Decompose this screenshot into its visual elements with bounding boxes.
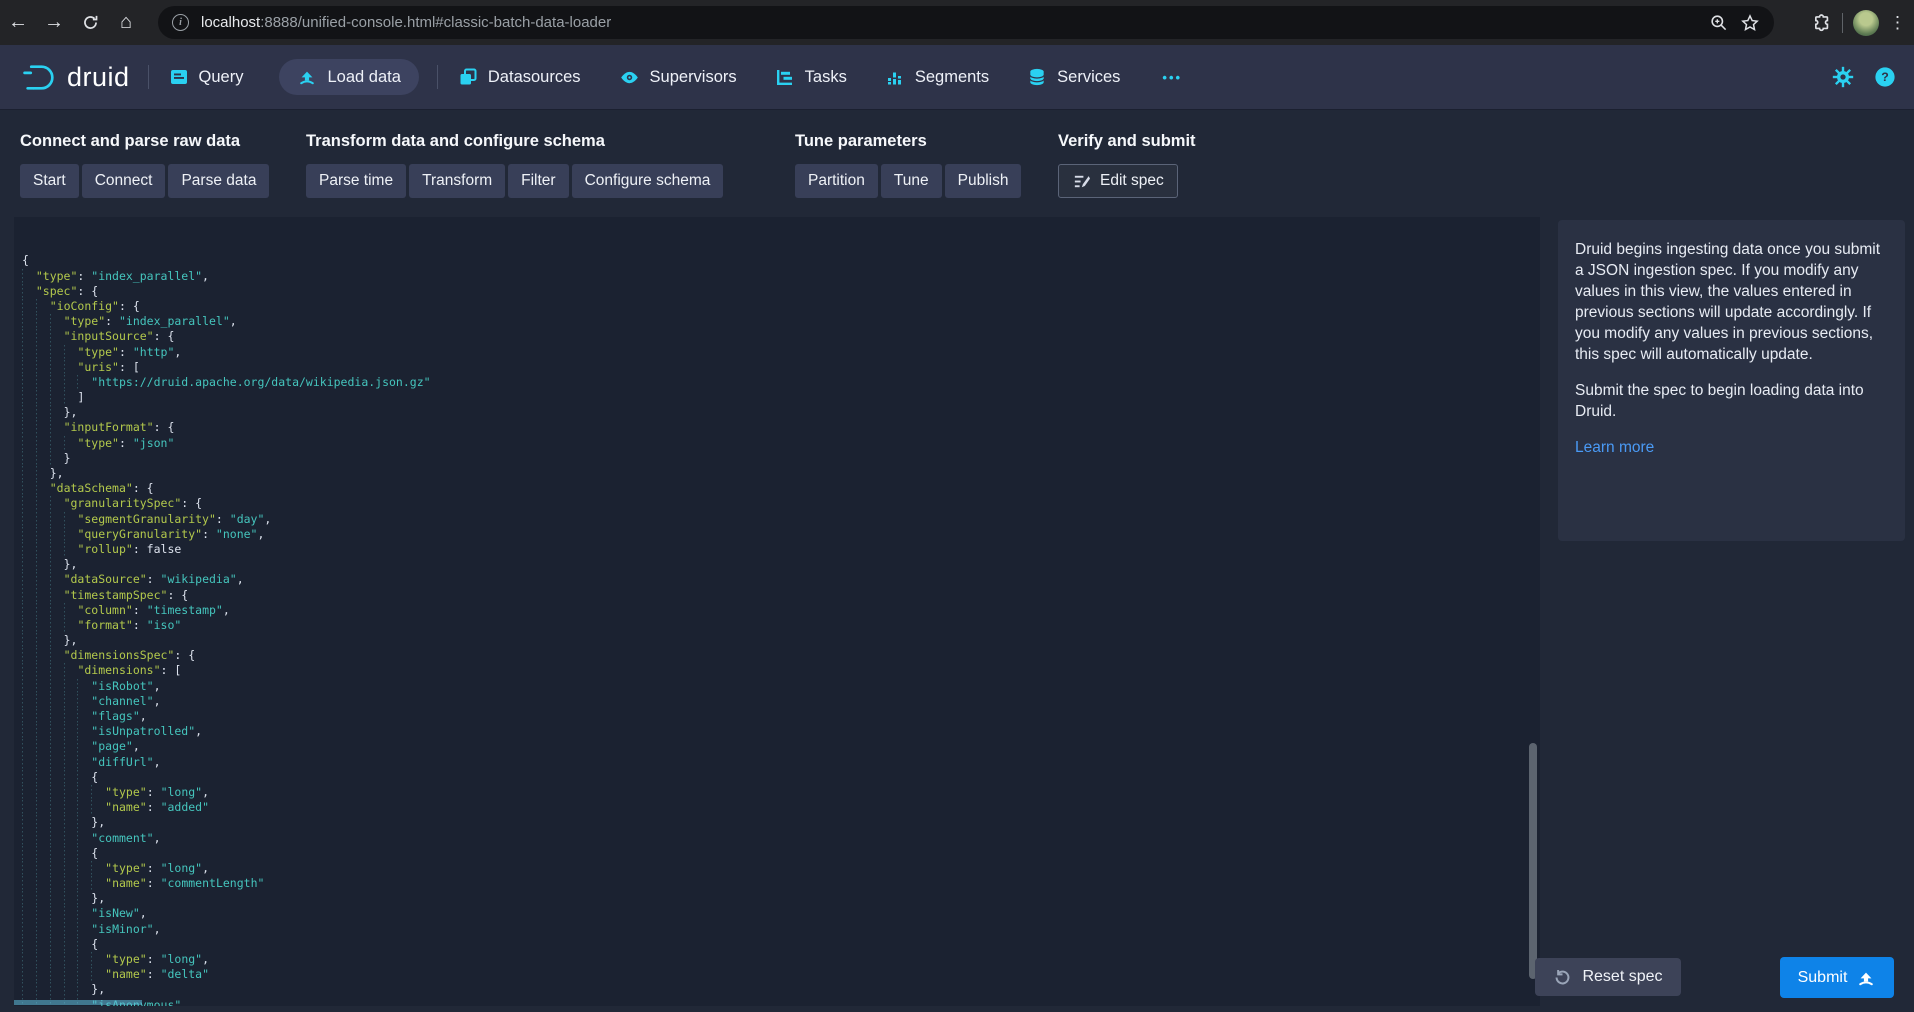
submit-button[interactable]: Submit (1780, 957, 1894, 998)
nav-items: Query Load data Datasources Supervisors Task… (167, 59, 1157, 96)
query-icon (169, 67, 189, 87)
extensions-icon[interactable] (1812, 13, 1832, 33)
tasks-icon (775, 67, 795, 87)
nav-divider (437, 65, 438, 89)
edit-spec-icon (1072, 172, 1091, 191)
step-group-connect-and-parse-raw-data: Connect and parse raw data Start Connect Pa… (20, 132, 269, 198)
info-paragraph: Submit the spec to begin loading data in… (1575, 380, 1888, 422)
step-button-transform[interactable]: Transform (409, 164, 505, 198)
step-button-label: Transform (422, 172, 492, 190)
nav-item-label: Services (1057, 68, 1120, 87)
home-button[interactable]: ⌂ (108, 0, 144, 45)
druid-logo-text: druid (67, 62, 130, 93)
step-button-label: Tune (894, 172, 929, 190)
url-text[interactable]: localhost:8888/unified-console.html#clas… (201, 14, 611, 31)
reset-spec-label: Reset spec (1582, 968, 1662, 986)
step-button-label: Filter (521, 172, 555, 190)
info-paragraph: Druid begins ingesting data once you sub… (1575, 239, 1888, 365)
step-group-transform-data-and-configure-schema: Transform data and configure schema Parse… (306, 132, 723, 198)
site-info-icon[interactable]: i (172, 14, 189, 31)
spec-json-code: { "type": "index_parallel", "spec": { "i… (22, 253, 1540, 1006)
reload-icon (81, 13, 100, 32)
address-bar[interactable]: i localhost:8888/unified-console.html#cl… (158, 6, 1774, 39)
druid-logo[interactable]: druid (22, 62, 130, 93)
step-group-header: Connect and parse raw data (20, 132, 269, 151)
nav-item-label: Tasks (805, 68, 847, 87)
chrome-separator (1842, 13, 1843, 33)
step-button-label: Connect (95, 172, 153, 190)
nav-item-load-data[interactable]: Load data (279, 59, 418, 95)
step-button-partition[interactable]: Partition (795, 164, 878, 198)
submit-label: Submit (1798, 969, 1848, 987)
url-host: localhost (201, 14, 260, 31)
nav-item-label: Load data (327, 68, 400, 87)
nav-item-segments[interactable]: Segments (883, 59, 991, 95)
step-button-parse-time[interactable]: Parse time (306, 164, 406, 198)
step-group-verify-and-submit: Verify and submit Edit spec (1058, 132, 1196, 198)
nav-item-query[interactable]: Query (167, 59, 246, 95)
url-path: :8888/unified-console.html#classic-batch… (260, 14, 611, 31)
nav-more-button[interactable]: ••• (1162, 70, 1182, 85)
segments-icon (885, 67, 905, 87)
step-button-parse-data[interactable]: Parse data (168, 164, 269, 198)
info-panel-text: Druid begins ingesting data once you sub… (1575, 239, 1888, 422)
reset-spec-button[interactable]: Reset spec (1535, 958, 1681, 996)
nav-item-supervisors[interactable]: Supervisors (617, 59, 739, 96)
step-button-tune[interactable]: Tune (881, 164, 942, 198)
step-button-label: Edit spec (1100, 172, 1164, 190)
step-button-label: Publish (958, 172, 1009, 190)
reload-button[interactable] (72, 0, 108, 45)
step-button-publish[interactable]: Publish (945, 164, 1022, 198)
submit-upload-icon (1856, 968, 1876, 988)
editor-horizontal-scrollbar[interactable] (14, 1000, 142, 1005)
step-button-start[interactable]: Start (20, 164, 79, 198)
step-button-configure-schema[interactable]: Configure schema (572, 164, 724, 198)
info-panel: Druid begins ingesting data once you sub… (1558, 220, 1905, 541)
step-button-filter[interactable]: Filter (508, 164, 568, 198)
editor-vertical-scrollbar[interactable] (1529, 743, 1537, 979)
load-data-icon (297, 67, 317, 87)
step-button-label: Parse time (319, 172, 393, 190)
nav-item-label: Supervisors (650, 68, 737, 87)
browser-chrome: ← → ⌂ i localhost:8888/unified-console.h… (0, 0, 1914, 45)
back-button[interactable]: ← (0, 0, 36, 45)
nav-divider (148, 65, 149, 89)
supervisors-icon (619, 67, 640, 88)
nav-item-services[interactable]: Services (1025, 59, 1122, 95)
step-button-label: Parse data (181, 172, 256, 190)
step-group-tune-parameters: Tune parameters Partition Tune Publish (795, 132, 1021, 198)
svg-text:?: ? (1881, 70, 1889, 84)
zoom-page-icon[interactable] (1709, 13, 1728, 32)
nav-item-tasks[interactable]: Tasks (773, 59, 849, 95)
forward-button[interactable]: → (36, 0, 72, 45)
help-icon[interactable]: ? (1874, 66, 1896, 88)
nav-item-label: Datasources (488, 68, 581, 87)
reset-icon (1553, 968, 1572, 987)
chrome-menu-icon[interactable]: ⋮ (1889, 13, 1906, 33)
nav-item-label: Query (199, 68, 244, 87)
bookmark-star-icon[interactable] (1740, 13, 1760, 33)
profile-avatar[interactable] (1853, 10, 1879, 36)
nav-item-label: Segments (915, 68, 989, 87)
step-button-connect[interactable]: Connect (82, 164, 166, 198)
step-group-header: Transform data and configure schema (306, 132, 723, 151)
step-button-label: Partition (808, 172, 865, 190)
services-icon (1027, 67, 1047, 87)
learn-more-link[interactable]: Learn more (1575, 439, 1654, 456)
settings-gear-icon[interactable] (1832, 66, 1854, 88)
step-button-edit-spec[interactable]: Edit spec (1058, 164, 1178, 198)
datasources-icon (458, 67, 478, 87)
app-header: druid Query Load data Datasources Superviso… (0, 45, 1914, 109)
spec-json-editor[interactable]: { "type": "index_parallel", "spec": { "i… (14, 217, 1540, 1006)
step-button-label: Start (33, 172, 66, 190)
step-group-header: Verify and submit (1058, 132, 1196, 151)
step-button-label: Configure schema (585, 172, 711, 190)
nav-item-datasources[interactable]: Datasources (456, 59, 583, 95)
step-group-header: Tune parameters (795, 132, 1021, 151)
druid-logo-icon (22, 62, 59, 93)
